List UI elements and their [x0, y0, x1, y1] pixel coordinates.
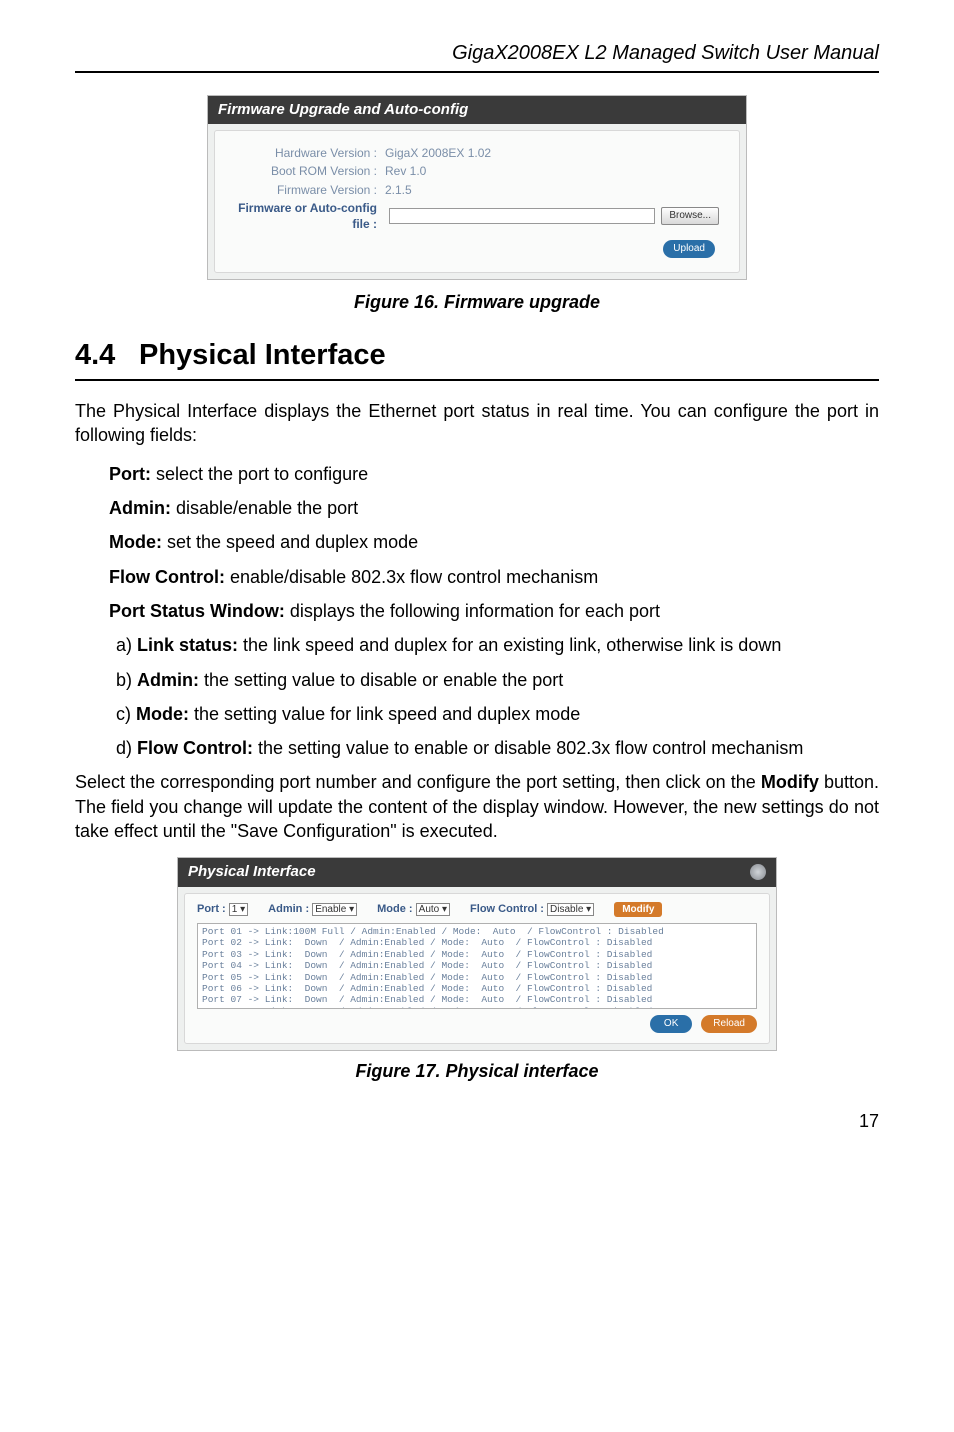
figure-16-caption: Figure 16. Firmware upgrade: [75, 290, 879, 314]
hw-version-value: GigaX 2008EX 1.02: [385, 145, 491, 161]
page-header: GigaX2008EX L2 Managed Switch User Manua…: [75, 40, 879, 73]
sub-c: c) Mode: the setting value for link spee…: [139, 702, 879, 726]
boot-version-label: Boot ROM Version :: [235, 163, 385, 179]
list-item: Port 06 -> Link: Down / Admin:Enabled / …: [202, 983, 752, 994]
sub-a: a) Link status: the link speed and duple…: [139, 633, 879, 657]
physical-panel-title: Physical Interface: [188, 862, 316, 882]
outro-paragraph: Select the corresponding port number and…: [75, 770, 879, 843]
field-port: Port: select the port to configure: [109, 462, 879, 486]
physical-interface-screenshot: Physical Interface Port : 1 ▾ Admin : En…: [177, 857, 777, 1050]
list-item: Port 08 -> Link: Down / Admin:Enabled / …: [202, 1006, 752, 1009]
file-input[interactable]: [389, 208, 655, 224]
list-item: Port 05 -> Link: Down / Admin:Enabled / …: [202, 972, 752, 983]
intro-paragraph: The Physical Interface displays the Ethe…: [75, 399, 879, 448]
mode-label: Mode :: [377, 903, 412, 915]
boot-version-value: Rev 1.0: [385, 163, 426, 179]
reload-button[interactable]: Reload: [701, 1015, 757, 1033]
modify-button[interactable]: Modify: [614, 902, 662, 918]
mode-select[interactable]: Auto ▾: [416, 903, 450, 916]
sub-d: d) Flow Control: the setting value to en…: [139, 736, 879, 760]
flow-select[interactable]: Disable ▾: [547, 903, 594, 916]
list-item: Port 04 -> Link: Down / Admin:Enabled / …: [202, 960, 752, 971]
fw-version-label: Firmware Version :: [235, 182, 385, 198]
field-flow: Flow Control: enable/disable 802.3x flow…: [109, 565, 879, 589]
field-status: Port Status Window: displays the followi…: [109, 599, 879, 623]
ok-button[interactable]: OK: [650, 1015, 692, 1033]
port-select[interactable]: 1 ▾: [229, 903, 248, 916]
field-mode: Mode: set the speed and duplex mode: [109, 530, 879, 554]
list-item: Port 02 -> Link: Down / Admin:Enabled / …: [202, 937, 752, 948]
figure-17-caption: Figure 17. Physical interface: [75, 1059, 879, 1083]
port-label: Port :: [197, 903, 226, 915]
section-title: Physical Interface: [139, 339, 386, 371]
firmware-screenshot: Firmware Upgrade and Auto-config Hardwar…: [207, 95, 747, 280]
file-label: Firmware or Auto-config file :: [235, 200, 385, 232]
section-number: 4.4: [75, 336, 139, 375]
list-item: Port 01 -> Link:100M Full / Admin:Enable…: [202, 926, 752, 937]
list-item: Port 07 -> Link: Down / Admin:Enabled / …: [202, 994, 752, 1005]
admin-label: Admin :: [268, 903, 309, 915]
fw-version-value: 2.1.5: [385, 182, 412, 198]
gear-icon: [750, 864, 766, 880]
port-status-list[interactable]: Port 01 -> Link:100M Full / Admin:Enable…: [197, 923, 757, 1009]
field-admin: Admin: disable/enable the port: [109, 496, 879, 520]
page-number: 17: [75, 1109, 879, 1133]
firmware-panel-title: Firmware Upgrade and Auto-config: [208, 96, 746, 124]
list-item: Port 03 -> Link: Down / Admin:Enabled / …: [202, 949, 752, 960]
hw-version-label: Hardware Version :: [235, 145, 385, 161]
flow-label: Flow Control :: [470, 903, 544, 915]
admin-select[interactable]: Enable ▾: [312, 903, 357, 916]
browse-button[interactable]: Browse...: [661, 207, 719, 225]
sub-b: b) Admin: the setting value to disable o…: [139, 668, 879, 692]
upload-button[interactable]: Upload: [663, 240, 715, 258]
section-heading: 4.4Physical Interface: [75, 336, 879, 381]
